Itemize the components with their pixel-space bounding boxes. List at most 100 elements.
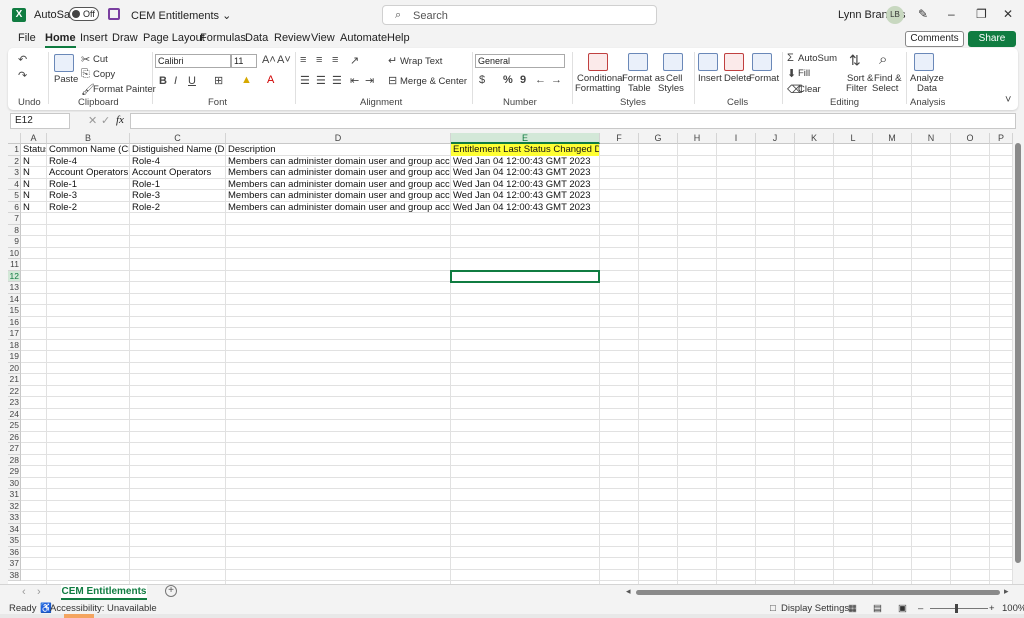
delete-cells-icon[interactable] bbox=[724, 53, 744, 71]
row-header-4[interactable]: 4 bbox=[8, 178, 21, 190]
row-header-20[interactable]: 20 bbox=[8, 362, 21, 374]
header-cell[interactable]: Description bbox=[226, 144, 450, 156]
format-cells-icon[interactable] bbox=[752, 53, 772, 71]
format-cells-button[interactable]: Format bbox=[749, 73, 779, 84]
row-header-27[interactable]: 27 bbox=[8, 443, 21, 455]
zoom-level[interactable]: 100% bbox=[1002, 603, 1024, 614]
number-format-select[interactable]: General bbox=[475, 54, 565, 68]
row-header-23[interactable]: 23 bbox=[8, 397, 21, 409]
row-header-6[interactable]: 6 bbox=[8, 201, 21, 213]
autosum-icon[interactable]: Σ bbox=[787, 52, 794, 64]
comma-button[interactable]: 9 bbox=[520, 74, 526, 86]
column-header-l[interactable]: L bbox=[834, 133, 873, 144]
row-header-7[interactable]: 7 bbox=[8, 213, 21, 225]
row-header-13[interactable]: 13 bbox=[8, 282, 21, 294]
table-cell[interactable]: Members can administer domain user and g… bbox=[226, 167, 450, 179]
redo-icon[interactable]: ↷ bbox=[18, 69, 27, 82]
header-cell[interactable]: Entitlement Last Status Changed Date bbox=[451, 144, 599, 156]
copy-button[interactable]: Copy bbox=[93, 69, 115, 80]
table-cell[interactable]: Account Operators bbox=[130, 167, 225, 179]
row-header-24[interactable]: 24 bbox=[8, 408, 21, 420]
column-header-i[interactable]: I bbox=[717, 133, 756, 144]
spreadsheet-grid[interactable]: A B C D E F G H I J K L M N O P 1 2 3 4 5 6 7 8 9 10 11 12 13 14 15 16 1… bbox=[8, 133, 1013, 584]
row-header-11[interactable]: 11 bbox=[8, 259, 21, 271]
column-header-h[interactable]: H bbox=[678, 133, 717, 144]
align-middle-icon[interactable]: ≡ bbox=[316, 54, 322, 66]
scroll-right-icon[interactable]: ▸ bbox=[1004, 586, 1009, 597]
table-cell[interactable]: Account Operators bbox=[47, 167, 129, 179]
normal-view-icon[interactable]: ▦ bbox=[848, 603, 857, 614]
sort-filter-icon[interactable]: ⇅ bbox=[849, 52, 861, 69]
increase-font-icon[interactable]: A˄ bbox=[262, 54, 276, 66]
font-color-icon[interactable]: A bbox=[267, 74, 274, 86]
bold-button[interactable]: B bbox=[159, 75, 167, 87]
close-button[interactable]: ✕ bbox=[1003, 7, 1013, 21]
row-header-9[interactable]: 9 bbox=[8, 236, 21, 248]
row-header-37[interactable]: 37 bbox=[8, 558, 21, 570]
row-header-12[interactable]: 12 bbox=[8, 270, 21, 282]
fill-button[interactable]: Fill bbox=[798, 68, 810, 79]
prev-sheet-icon[interactable]: ‹ bbox=[22, 586, 26, 598]
font-name-select[interactable]: Calibri bbox=[155, 54, 231, 68]
format-as-table-icon[interactable] bbox=[628, 53, 648, 71]
table-cell[interactable]: Role-3 bbox=[130, 190, 225, 202]
autosum-button[interactable]: AutoSum bbox=[798, 53, 837, 64]
column-header-f[interactable]: F bbox=[600, 133, 639, 144]
table-cell[interactable]: Members can administer domain user and g… bbox=[226, 202, 450, 214]
accessibility-status[interactable]: Accessibility: Unavailable bbox=[50, 603, 157, 614]
column-header-b[interactable]: B bbox=[47, 133, 130, 144]
fill-color-icon[interactable]: ▲ bbox=[241, 74, 252, 86]
tab-insert[interactable]: Insert bbox=[80, 32, 108, 44]
increase-indent-icon[interactable]: ⇥ bbox=[365, 74, 374, 87]
table-cell[interactable]: Role-2 bbox=[130, 202, 225, 214]
header-cell[interactable]: Status bbox=[21, 144, 46, 156]
analyze-data-icon[interactable] bbox=[914, 53, 934, 71]
collapse-ribbon-icon[interactable]: ˅ bbox=[1005, 94, 1011, 106]
row-header-32[interactable]: 32 bbox=[8, 500, 21, 512]
row-header-18[interactable]: 18 bbox=[8, 339, 21, 351]
pen-icon[interactable]: ✎ bbox=[918, 7, 928, 21]
table-cell[interactable]: Wed Jan 04 12:00:43 GMT 2023 bbox=[451, 156, 599, 168]
table-cell[interactable]: Members can administer domain user and g… bbox=[226, 179, 450, 191]
merge-center-button[interactable]: Merge & Center bbox=[400, 76, 467, 87]
table-cell[interactable]: Role-4 bbox=[47, 156, 129, 168]
tab-page-layout[interactable]: Page Layout bbox=[143, 32, 205, 44]
column-header-g[interactable]: G bbox=[639, 133, 678, 144]
tab-automate[interactable]: Automate bbox=[340, 32, 387, 44]
fill-icon[interactable]: ⬇ bbox=[787, 67, 796, 80]
row-header-5[interactable]: 5 bbox=[8, 190, 21, 202]
row-header-36[interactable]: 36 bbox=[8, 546, 21, 558]
row-header-34[interactable]: 34 bbox=[8, 523, 21, 535]
column-header-o[interactable]: O bbox=[951, 133, 990, 144]
restore-button[interactable]: ❐ bbox=[976, 7, 987, 21]
column-header-e[interactable]: E bbox=[451, 133, 600, 144]
autosave-toggle[interactable]: Off bbox=[69, 7, 99, 21]
insert-cells-button[interactable]: Insert bbox=[698, 73, 722, 84]
share-button[interactable]: Share bbox=[968, 31, 1016, 47]
cut-button[interactable]: Cut bbox=[93, 54, 108, 65]
table-cell[interactable]: N bbox=[21, 179, 46, 191]
row-header-2[interactable]: 2 bbox=[8, 155, 21, 167]
orientation-icon[interactable]: ↗ bbox=[350, 54, 359, 67]
merge-center-icon[interactable]: ⊟ bbox=[388, 74, 397, 87]
sheet-tab-cem-entitlements[interactable]: CEM Entitlements bbox=[61, 585, 147, 600]
font-size-select[interactable]: 11 bbox=[231, 54, 257, 68]
delete-cells-button[interactable]: Delete bbox=[724, 73, 751, 84]
align-top-icon[interactable]: ≡ bbox=[300, 54, 306, 66]
header-cell[interactable]: Common Name (CN) bbox=[47, 144, 129, 156]
table-cell[interactable]: Role-1 bbox=[47, 179, 129, 191]
table-cell[interactable]: Wed Jan 04 12:00:43 GMT 2023 bbox=[451, 179, 599, 191]
align-right-icon[interactable]: ☰ bbox=[332, 74, 342, 87]
vertical-scrollbar[interactable] bbox=[1013, 133, 1024, 584]
add-sheet-icon[interactable]: + bbox=[165, 585, 177, 597]
column-header-j[interactable]: J bbox=[756, 133, 795, 144]
selected-cell-outline[interactable] bbox=[450, 269, 600, 283]
column-header-c[interactable]: C bbox=[130, 133, 226, 144]
table-cell[interactable]: N bbox=[21, 156, 46, 168]
undo-icon[interactable]: ↶ bbox=[18, 53, 27, 66]
borders-icon[interactable]: ⊞ bbox=[214, 74, 223, 87]
tab-view[interactable]: View bbox=[311, 32, 335, 44]
cell-styles-icon[interactable] bbox=[663, 53, 683, 71]
search-input[interactable]: ⌕ Search bbox=[382, 5, 657, 25]
row-header-8[interactable]: 8 bbox=[8, 224, 21, 236]
